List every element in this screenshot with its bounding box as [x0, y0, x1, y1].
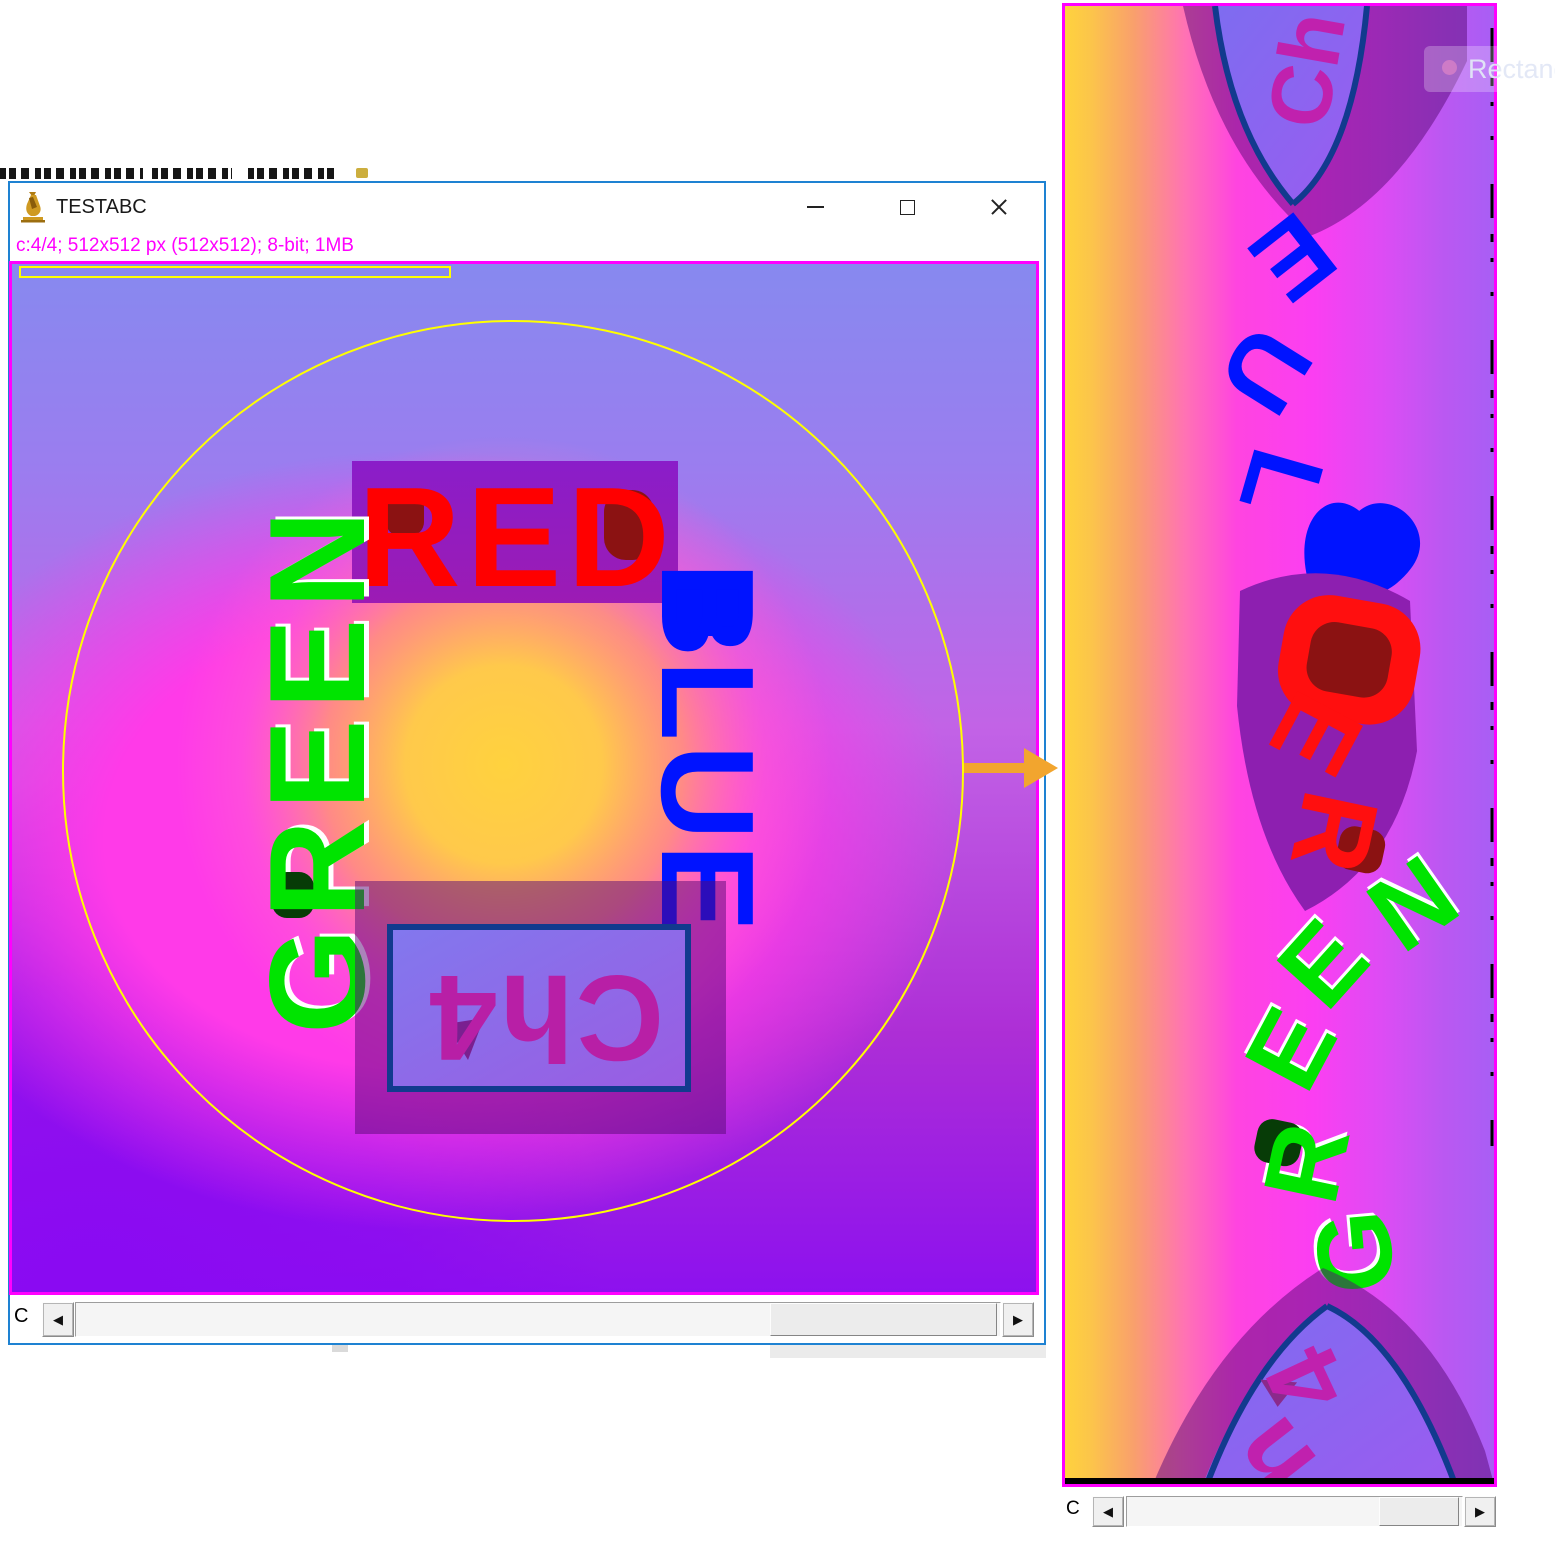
minimize-button[interactable]: [785, 183, 845, 231]
background-clipped-text: [248, 168, 334, 179]
blue-label-group: B LUE: [634, 562, 781, 936]
background-clipped-text: [0, 168, 143, 179]
gradient-center-glow: [12, 264, 1036, 1292]
background-clipped-icon: [356, 168, 368, 178]
ch4-label: Ch4: [428, 950, 664, 1086]
faint-dot-icon: [1442, 60, 1457, 75]
faint-tooltip-text: Rectang: [1468, 54, 1555, 85]
background-window-edge: [770, 1345, 1046, 1358]
polar-canvas[interactable]: Ch E U L E R NN: [1065, 6, 1494, 1484]
channel-scrollbar-thumb[interactable]: [1379, 1497, 1459, 1526]
channel-scroll-right-button[interactable]: ▶: [1002, 1302, 1034, 1337]
window-title: TESTABC: [56, 183, 147, 231]
channel-scroll-left-button[interactable]: ◀: [1092, 1496, 1124, 1527]
channel-scrollbar-thumb[interactable]: [770, 1303, 997, 1336]
channel-scroll-right-button[interactable]: ▶: [1464, 1496, 1496, 1527]
channel-scrollbar-track[interactable]: [1126, 1496, 1463, 1527]
channel-scrollbar-track[interactable]: [75, 1302, 1001, 1337]
transform-arrow-icon: [958, 746, 1062, 790]
image-canvas-frame: RED GREEN GREEN B LUE Ch4: [9, 261, 1039, 1295]
channel-label: C: [14, 1305, 28, 1328]
polar-panel-frame: Ch E U L E R NN: [1062, 3, 1497, 1487]
red-label: RED: [358, 458, 676, 617]
maximize-icon: [900, 200, 915, 215]
blue-b: B: [634, 562, 781, 657]
maximize-button[interactable]: [877, 183, 937, 231]
minimize-icon: [807, 206, 824, 208]
channel-label: C: [1066, 1498, 1080, 1520]
polar-ch-label: Ch: [1250, 6, 1364, 135]
faint-tooltip-overlay: Rectang: [1424, 46, 1555, 92]
channel-scroll-left-button[interactable]: ◀: [42, 1302, 74, 1337]
image-window: TESTABC c:4/4; 512x512 px (512x512); 8-b…: [8, 181, 1046, 1345]
image-info-line: c:4/4; 512x512 px (512x512); 8-bit; 1MB: [14, 231, 354, 261]
window-titlebar[interactable]: TESTABC: [10, 183, 1044, 231]
panel-bottom-line: [1065, 1478, 1494, 1484]
imagej-microscope-icon: [20, 191, 46, 223]
background-clipped-text: [152, 168, 232, 179]
background-window-edge: [332, 1345, 348, 1352]
image-canvas[interactable]: RED GREEN GREEN B LUE Ch4: [12, 264, 1036, 1292]
close-button[interactable]: [969, 183, 1029, 231]
ch4-label-group: Ch4: [428, 950, 664, 1086]
close-icon: [990, 198, 1008, 216]
